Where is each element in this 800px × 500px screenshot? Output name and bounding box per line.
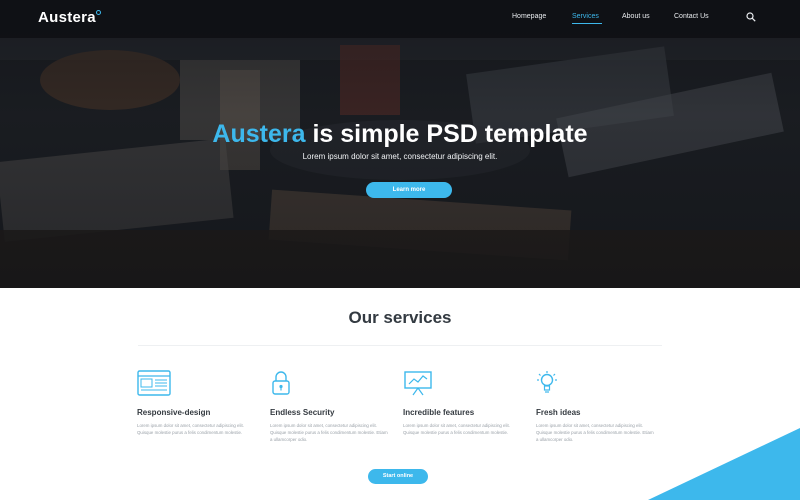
page: Austera Homepage Services About us Conta… — [0, 0, 800, 500]
start-online-button[interactable]: Start online — [368, 469, 428, 484]
presentation-board-icon — [404, 371, 432, 396]
main-nav: Homepage Services About us Contact Us — [0, 13, 800, 27]
service-card-incredible-features: Incredible features Lorem ipsum dolor si… — [403, 368, 523, 458]
nav-item-contact-us[interactable]: Contact Us — [674, 13, 709, 20]
nav-item-services[interactable]: Services — [572, 13, 599, 20]
service-card-responsive-design: Responsive-design Lorem ipsum dolor sit … — [137, 368, 257, 458]
service-card-fresh-ideas: Fresh ideas Lorem ipsum dolor sit amet, … — [536, 368, 656, 458]
hero-subtitle: Lorem ipsum dolor sit amet, consectetur … — [302, 152, 498, 161]
lightbulb-icon — [537, 371, 557, 393]
hero-section: Austera Homepage Services About us Conta… — [0, 0, 800, 288]
active-nav-indicator — [572, 23, 602, 24]
browser-window-icon — [137, 370, 171, 396]
service-description: Lorem ipsum dolor sit amet, consectetur … — [137, 423, 244, 435]
decorative-corner-triangle — [648, 428, 800, 500]
service-title: Fresh ideas — [536, 408, 581, 417]
learn-more-button[interactable]: Learn more — [366, 182, 452, 198]
hero-title-accent: Austera — [212, 120, 306, 148]
padlock-icon — [272, 371, 290, 395]
service-card-endless-security: Endless Security Lorem ipsum dolor sit a… — [270, 368, 390, 458]
service-title: Incredible features — [403, 408, 475, 417]
search-icon[interactable] — [746, 12, 756, 22]
hero-title-rest: is simple PSD template — [305, 120, 588, 148]
service-description: Lorem ipsum dolor sit amet, consectetur … — [536, 423, 654, 442]
nav-item-about-us[interactable]: About us — [622, 13, 650, 20]
service-description: Lorem ipsum dolor sit amet, consectetur … — [270, 423, 388, 442]
service-title: Endless Security — [270, 408, 335, 417]
hero-title: Austera is simple PSD template — [0, 120, 800, 149]
top-navbar: Austera Homepage Services About us Conta… — [0, 0, 800, 38]
services-title: Our services — [348, 308, 452, 327]
service-description: Lorem ipsum dolor sit amet, consectetur … — [403, 423, 510, 435]
service-title: Responsive-design — [137, 408, 211, 417]
nav-item-homepage[interactable]: Homepage — [512, 13, 546, 20]
services-divider — [138, 345, 662, 346]
